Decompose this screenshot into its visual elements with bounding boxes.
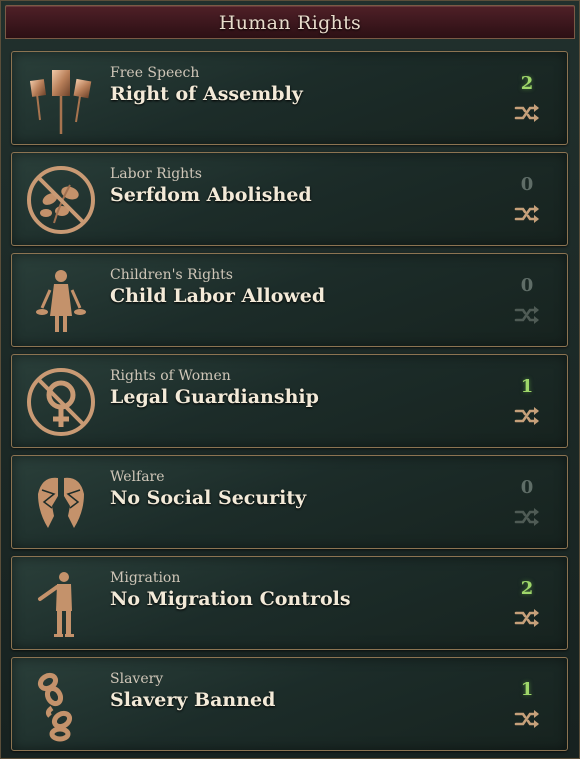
law-category: Children's Rights [110,267,233,283]
law-category: Free Speech [110,65,200,81]
no-flowers-icon [24,163,98,237]
law-row-migration[interactable]: Migration No Migration Controls 2 [11,556,568,650]
broken-chain-icon [24,668,98,742]
law-row-childrens-rights[interactable]: Children's Rights Child Labor Allowed 0 [11,253,568,347]
law-name: Slavery Banned [110,689,276,711]
child-worker-icon [24,264,98,338]
law-row-welfare[interactable]: Welfare No Social Security 0 [11,455,568,549]
law-name: Legal Guardianship [110,386,319,408]
law-row-labor-rights[interactable]: Labor Rights Serfdom Abolished 0 [11,152,568,246]
law-name: No Migration Controls [110,588,351,610]
law-name: No Social Security [110,487,307,509]
panel-title: Human Rights [218,12,362,34]
swap-law-icon[interactable] [513,607,541,629]
law-category: Migration [110,570,181,586]
banners-icon [24,62,98,136]
migrant-figure-icon [24,567,98,641]
law-count: 1 [520,679,534,700]
law-row-free-speech[interactable]: Free Speech Right of Assembly 2 [11,51,568,145]
swap-law-icon [513,506,541,528]
no-female-symbol-icon [24,365,98,439]
law-row-slavery[interactable]: Slavery Slavery Banned 1 [11,657,568,751]
law-category: Welfare [110,469,165,485]
law-count: 0 [520,275,534,296]
law-name: Right of Assembly [110,83,303,105]
law-category: Slavery [110,671,164,687]
broken-wings-icon [24,466,98,540]
law-name: Child Labor Allowed [110,285,326,307]
law-count: 0 [520,477,534,498]
swap-law-icon[interactable] [513,708,541,730]
swap-law-icon[interactable] [513,203,541,225]
law-count: 2 [520,73,534,94]
law-category: Labor Rights [110,166,202,182]
title-bar: Human Rights [5,5,575,39]
law-name: Serfdom Abolished [110,184,312,206]
law-count: 1 [520,376,534,397]
law-count: 2 [520,578,534,599]
swap-law-icon[interactable] [513,102,541,124]
swap-law-icon [513,304,541,326]
swap-law-icon[interactable] [513,405,541,427]
law-category: Rights of Women [110,368,231,384]
human-rights-panel: Human Rights Free Speech Right of Assemb… [0,0,580,759]
law-row-rights-of-women[interactable]: Rights of Women Legal Guardianship 1 [11,354,568,448]
law-count: 0 [520,174,534,195]
